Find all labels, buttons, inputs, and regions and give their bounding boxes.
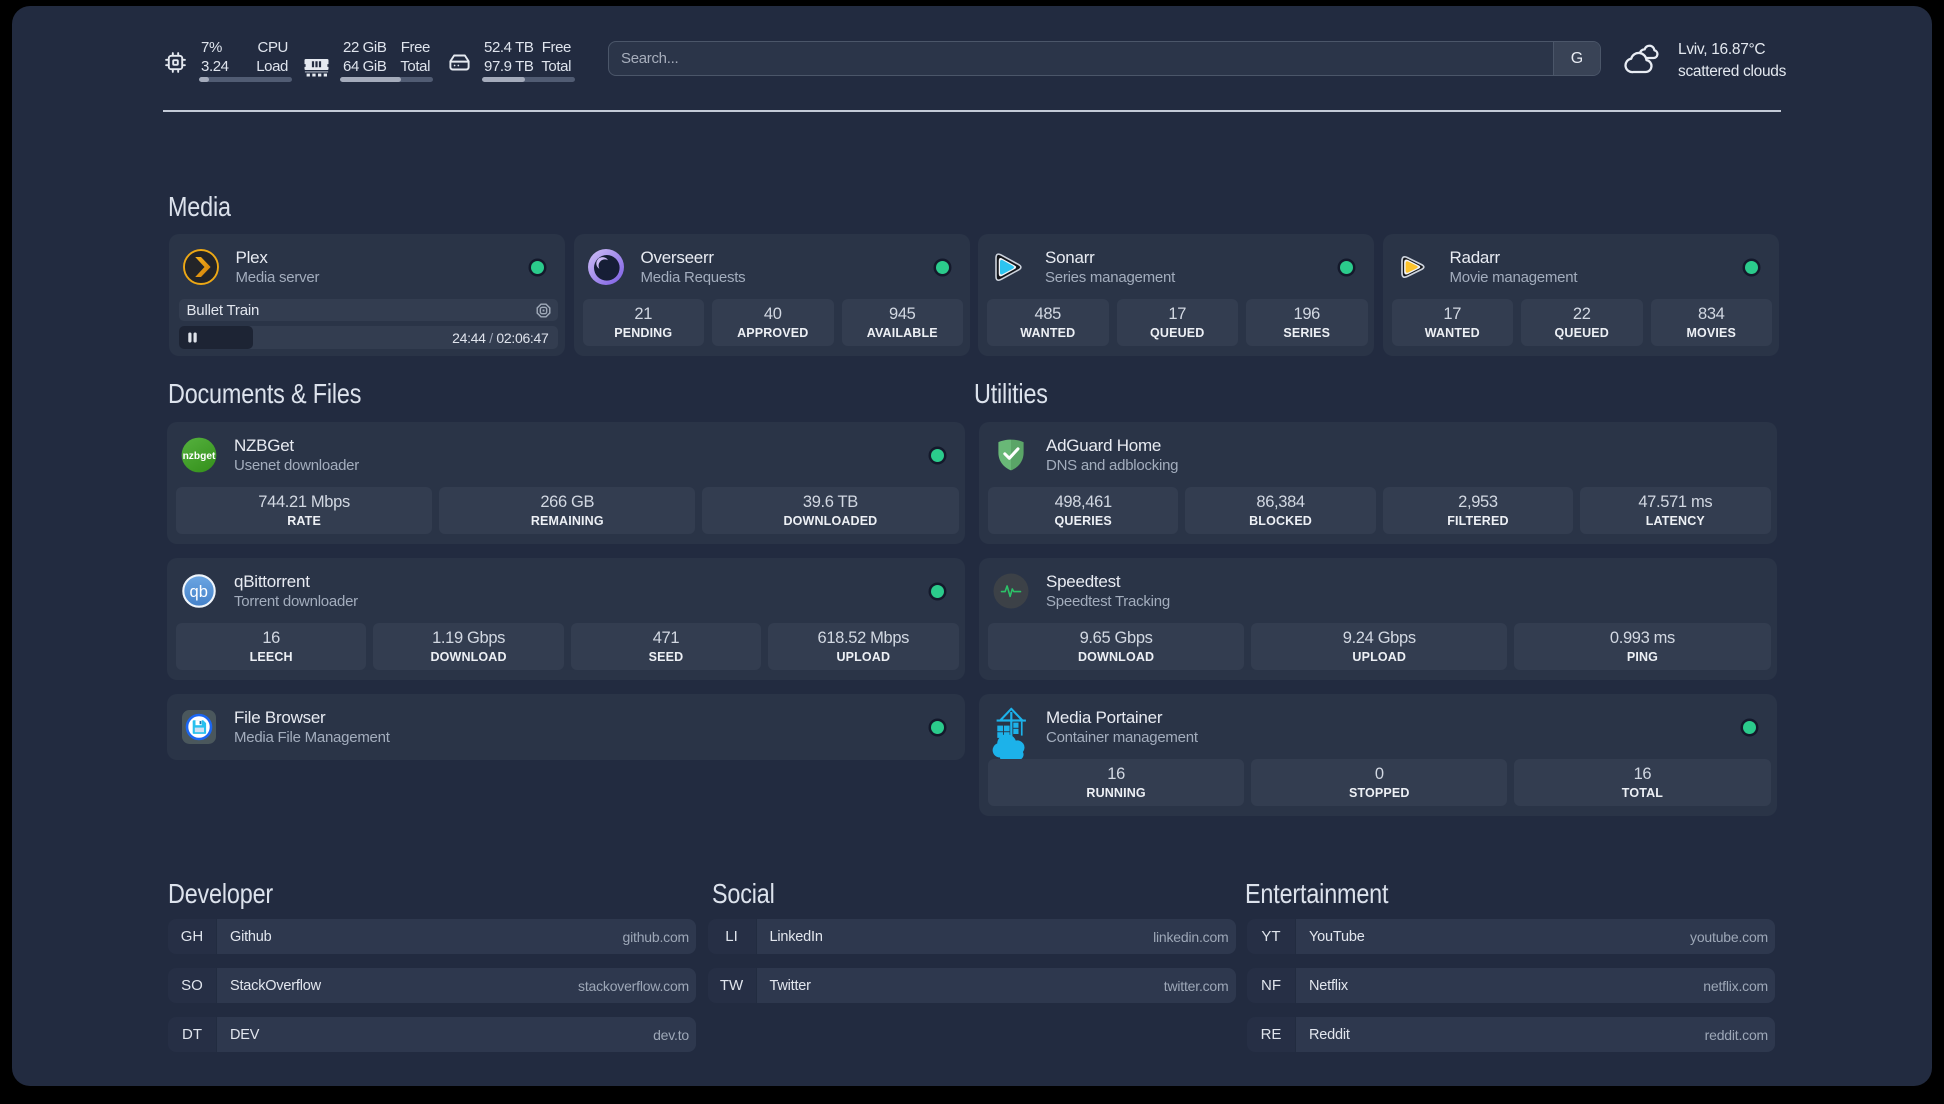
svg-text:qb: qb (190, 583, 208, 601)
svg-text:nzbget: nzbget (183, 451, 216, 462)
